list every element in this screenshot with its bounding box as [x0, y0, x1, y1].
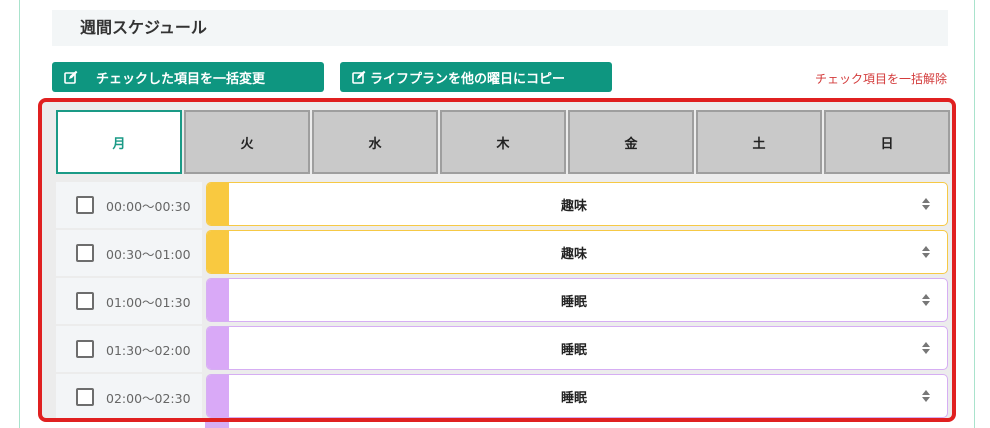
activity-label: 睡眠 — [560, 342, 587, 358]
tab-sunday[interactable]: 日 — [824, 110, 950, 174]
schedule-rows: 00:00〜00:30 趣味 00:30〜01:00 趣味 01:00〜01:3… — [56, 182, 950, 418]
edit-icon — [64, 70, 78, 84]
sort-icon — [919, 294, 933, 306]
tab-tuesday[interactable]: 火 — [184, 110, 310, 174]
tab-monday[interactable]: 月 — [56, 110, 182, 174]
activity-label: 趣味 — [560, 246, 587, 262]
tab-thursday[interactable]: 木 — [440, 110, 566, 174]
time-cell: 00:00〜00:30 — [56, 182, 202, 228]
activity-color-bar — [207, 327, 229, 369]
section-title: 週間スケジュール — [52, 10, 948, 46]
schedule-row: 00:30〜01:00 趣味 — [56, 230, 950, 278]
tab-friday[interactable]: 金 — [568, 110, 694, 174]
row-checkbox[interactable] — [76, 292, 94, 310]
activity-color-bar — [207, 279, 229, 321]
schedule-row: 00:00〜00:30 趣味 — [56, 182, 950, 230]
activity-select[interactable]: 睡眠 — [206, 278, 948, 322]
activity-select[interactable]: 趣味 — [206, 182, 948, 226]
activity-select[interactable]: 趣味 — [206, 230, 948, 274]
next-row-color-peek — [205, 422, 229, 428]
schedule-panel: 月 火 水 木 金 土 日 00:00〜00:30 趣味 00:30〜01:00 — [38, 98, 956, 422]
page-frame-left — [0, 0, 20, 428]
copy-plan-button[interactable]: ライフプランを他の曜日にコピー — [340, 62, 612, 92]
tab-wednesday[interactable]: 水 — [312, 110, 438, 174]
activity-color-bar — [207, 231, 229, 273]
tab-saturday[interactable]: 土 — [696, 110, 822, 174]
time-slot-label: 01:30〜02:00 — [106, 342, 191, 358]
sort-icon — [919, 390, 933, 402]
time-slot-label: 00:00〜00:30 — [106, 198, 191, 214]
schedule-row: 01:30〜02:00 睡眠 — [56, 326, 950, 374]
activity-color-bar — [207, 183, 229, 225]
time-slot-label: 00:30〜01:00 — [106, 246, 191, 262]
sort-icon — [919, 246, 933, 258]
bulk-change-button[interactable]: チェックした項目を一括変更 — [52, 62, 324, 92]
time-cell: 00:30〜01:00 — [56, 230, 202, 276]
time-cell: 02:00〜02:30 — [56, 374, 202, 418]
day-tabs: 月 火 水 木 金 土 日 — [56, 110, 950, 174]
sort-icon — [919, 342, 933, 354]
sort-icon — [919, 198, 933, 210]
time-slot-label: 01:00〜01:30 — [106, 294, 191, 310]
activity-label: 睡眠 — [560, 390, 587, 406]
schedule-row: 02:00〜02:30 睡眠 — [56, 374, 950, 418]
row-checkbox[interactable] — [76, 388, 94, 406]
activity-label: 睡眠 — [560, 294, 587, 310]
time-cell: 01:30〜02:00 — [56, 326, 202, 372]
row-checkbox[interactable] — [76, 340, 94, 358]
activity-select[interactable]: 睡眠 — [206, 326, 948, 370]
time-slot-label: 02:00〜02:30 — [106, 390, 191, 406]
page-frame-right — [974, 0, 990, 428]
copy-plan-label: ライフプランを他の曜日にコピー — [370, 71, 566, 87]
time-cell: 01:00〜01:30 — [56, 278, 202, 324]
activity-color-bar — [207, 375, 229, 417]
schedule-row: 01:00〜01:30 睡眠 — [56, 278, 950, 326]
clear-checks-link[interactable]: チェック項目を一括解除 — [815, 70, 947, 87]
row-checkbox[interactable] — [76, 196, 94, 214]
activity-label: 趣味 — [560, 198, 587, 214]
bulk-change-label: チェックした項目を一括変更 — [96, 71, 266, 87]
row-checkbox[interactable] — [76, 244, 94, 262]
activity-select[interactable]: 睡眠 — [206, 374, 948, 418]
edit-icon — [352, 70, 366, 84]
